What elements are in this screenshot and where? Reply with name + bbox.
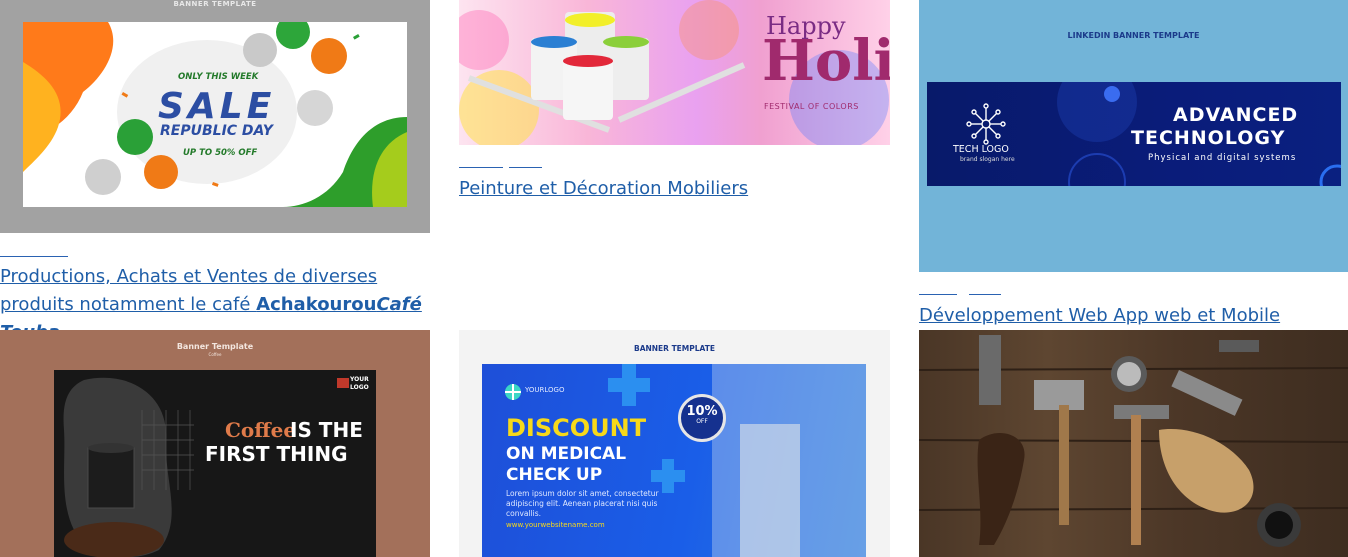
coffee-logo-text: YOUR LOGO [350,376,369,391]
banner-subtag: Coffee [208,352,222,357]
sale-banner-canvas: ONLY THIS WEEK SALE REPUBLIC DAY UP TO 5… [23,22,407,207]
tools-photo[interactable] [919,330,1348,557]
technology-text: TECHNOLOGY [1131,127,1286,149]
discount-text: UP TO 50% OFF [183,148,258,158]
discount-badge: 10% OFF [678,394,726,442]
sale-text: SALE [158,86,276,127]
coffee-banner-canvas: YOUR LOGO Coffee IS THE FIRST THING [54,370,376,557]
tools-photo-art [919,335,1348,547]
holi-text: Holi [762,28,890,94]
underline-spacer [459,167,503,168]
underline-spacer [509,167,542,168]
badge-off: OFF [696,418,708,425]
slogan-text: brand slogan here [960,156,1015,163]
coffee-word: Coffee [225,418,297,442]
banner-tag: BANNER TEMPLATE [173,0,257,8]
republic-day-text: REPUBLIC DAY [160,123,273,139]
festival-text: FESTIVAL OF COLORS [764,102,859,111]
banner-image-linkedin[interactable]: LINKEDIN BANNER TEMPLATE TECH LOGO brand… [919,0,1348,272]
banner-tag: Banner Template [176,342,254,351]
card-title-3: Développement Web App web et Mobile [919,302,1280,330]
banner-image-sale[interactable]: BANNER TEMPLATE ONLY THIS WEEK SALE REPU… [0,0,430,233]
painting-link[interactable]: Peinture et Décoration Mobiliers [459,178,748,199]
medical-logo-text: YOURLOGO [525,386,565,394]
underline-spacer [0,256,68,257]
tech-logo-text: TECH LOGO [953,144,1009,155]
product-link-bold: Achakourou [256,294,377,315]
badge-percent: 10% [686,404,718,419]
advanced-text: ADVANCED [1173,104,1299,126]
only-this-week-text: ONLY THIS WEEK [178,72,259,82]
web-dev-link[interactable]: Développement Web App web et Mobile [919,305,1280,326]
network-icon [966,103,1006,145]
banner-tag: BANNER TEMPLATE [633,344,716,353]
physical-text: Physical and digital systems [1148,153,1297,163]
first-thing-text: FIRST THING [205,442,348,466]
banner-tag: LINKEDIN BANNER TEMPLATE [1067,31,1200,40]
underline-spacer [969,294,1001,295]
discount-heading: DISCOUNT [506,414,647,442]
medical-banner-canvas: YOURLOGO DISCOUNT ON MEDICAL CHECK UP Lo… [482,364,866,557]
lorem-text: Lorem ipsum dolor sit amet, consectetur … [506,489,659,518]
website-text: www.yourwebsitename.com [506,521,605,529]
banner-image-medical[interactable]: BANNER TEMPLATE YOURLOGO DISCOUNT ON MED… [459,330,890,557]
medical-heading: ON MEDICAL CHECK UP [506,444,627,485]
tech-banner-canvas: TECH LOGO brand slogan here ADVANCED TEC… [927,82,1341,186]
card-title-2: Peinture et Décoration Mobiliers [459,175,748,203]
banner-image-coffee[interactable]: Banner Template Coffee YOUR LOGO Coffee … [0,330,430,557]
banner-image-holi[interactable]: Happy Holi FESTIVAL OF COLORS [459,0,890,145]
underline-spacer [919,294,957,295]
is-the-text: IS THE [290,418,363,442]
